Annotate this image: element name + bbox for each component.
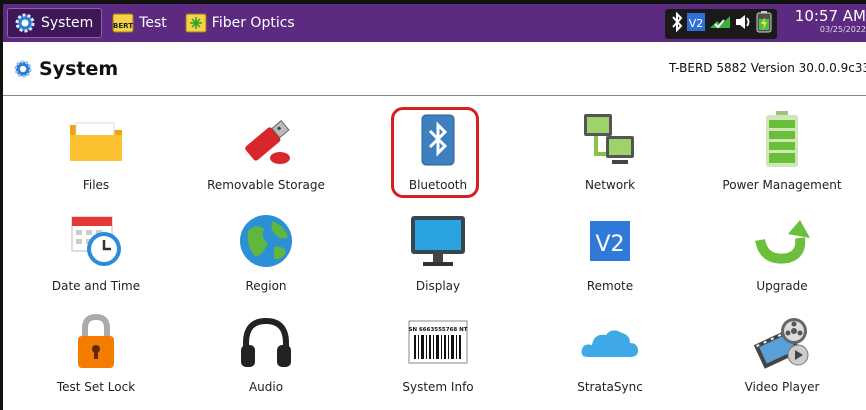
gear-icon: [13, 59, 33, 79]
vnc-icon: V2: [578, 209, 642, 273]
upgrade-arrow-icon: [750, 209, 814, 273]
folder-icon: [64, 108, 128, 172]
film-reel-icon: [750, 310, 814, 374]
version-text: T-BERD 5882 Version 30.0.0.9c33d5: [669, 61, 866, 75]
tab-test[interactable]: BERT Test: [106, 8, 175, 38]
app-system-info[interactable]: SN 6663555768 NT System Info: [353, 300, 523, 400]
app-region[interactable]: Region: [181, 199, 351, 299]
app-display[interactable]: Display: [353, 199, 523, 299]
app-label: Network: [584, 178, 636, 192]
top-bar: System BERT Test Fiber Optics V2 10:57 A…: [3, 4, 866, 42]
tab-label: System: [41, 15, 94, 31]
tab-system[interactable]: System: [7, 8, 103, 38]
bluetooth-icon[interactable]: [670, 11, 684, 36]
app-files[interactable]: Files: [11, 98, 181, 198]
app-label: Region: [245, 279, 287, 293]
fiber-optics-icon: [185, 12, 207, 34]
headphones-icon: [234, 310, 298, 374]
clock-date: 03/25/2022: [819, 25, 866, 34]
clock-time: 10:57 AM: [794, 7, 866, 25]
app-video-player[interactable]: Video Player: [697, 300, 866, 400]
app-upgrade[interactable]: Upgrade: [697, 199, 866, 299]
page-title: System: [39, 57, 119, 80]
cloud-icon: [578, 310, 642, 374]
selection-highlight: [391, 107, 479, 198]
app-label: StrataSync: [577, 380, 643, 394]
app-label: Audio: [248, 380, 284, 394]
app-removable-storage[interactable]: Removable Storage: [181, 98, 351, 198]
app-power-management[interactable]: Power Management: [697, 98, 866, 198]
app-label: Power Management: [722, 178, 842, 192]
network-computers-icon: [578, 108, 642, 172]
app-label: Files: [82, 178, 110, 192]
volume-icon[interactable]: [734, 12, 754, 36]
clock: 10:57 AM 03/25/2022: [783, 7, 866, 35]
app-label: Display: [415, 279, 461, 293]
app-label: Removable Storage: [207, 178, 325, 192]
svg-text:BERT: BERT: [113, 22, 133, 30]
svg-text:SN 6663555768 NT: SN 6663555768 NT: [408, 327, 467, 333]
app-label: Video Player: [744, 380, 820, 394]
app-label: Upgrade: [756, 279, 808, 293]
padlock-icon: [64, 310, 128, 374]
tab-label: Test: [139, 15, 167, 31]
app-label: Test Set Lock: [56, 380, 136, 394]
tab-label: Fiber Optics: [211, 15, 295, 31]
status-icons: V2: [665, 9, 777, 39]
app-date-and-time[interactable]: Date and Time: [11, 199, 181, 299]
app-remote[interactable]: V2 Remote: [525, 199, 695, 299]
app-network[interactable]: Network: [525, 98, 695, 198]
svg-text:V2: V2: [689, 17, 704, 30]
monitor-icon: [406, 209, 470, 273]
globe-icon: [234, 209, 298, 273]
network-icon[interactable]: [708, 12, 732, 36]
tab-fiber-optics[interactable]: Fiber Optics: [179, 8, 303, 38]
vnc-icon[interactable]: V2: [686, 12, 706, 36]
app-label: Date and Time: [51, 279, 141, 293]
app-label: Remote: [586, 279, 634, 293]
battery-icon: [750, 108, 814, 172]
page-header: System T-BERD 5882 Version 30.0.0.9c33d5: [3, 42, 866, 96]
calendar-clock-icon: [64, 209, 128, 273]
svg-text:V2: V2: [595, 232, 624, 257]
usb-drive-icon: [234, 108, 298, 172]
barcode-icon: SN 6663555768 NT: [406, 310, 470, 374]
app-audio[interactable]: Audio: [181, 300, 351, 400]
gear-icon: [14, 12, 36, 34]
app-label: System Info: [402, 380, 474, 394]
app-stratasync[interactable]: StrataSync: [525, 300, 695, 400]
battery-icon[interactable]: [756, 11, 772, 37]
app-test-set-lock[interactable]: Test Set Lock: [11, 300, 181, 400]
bert-icon: BERT: [112, 12, 134, 34]
